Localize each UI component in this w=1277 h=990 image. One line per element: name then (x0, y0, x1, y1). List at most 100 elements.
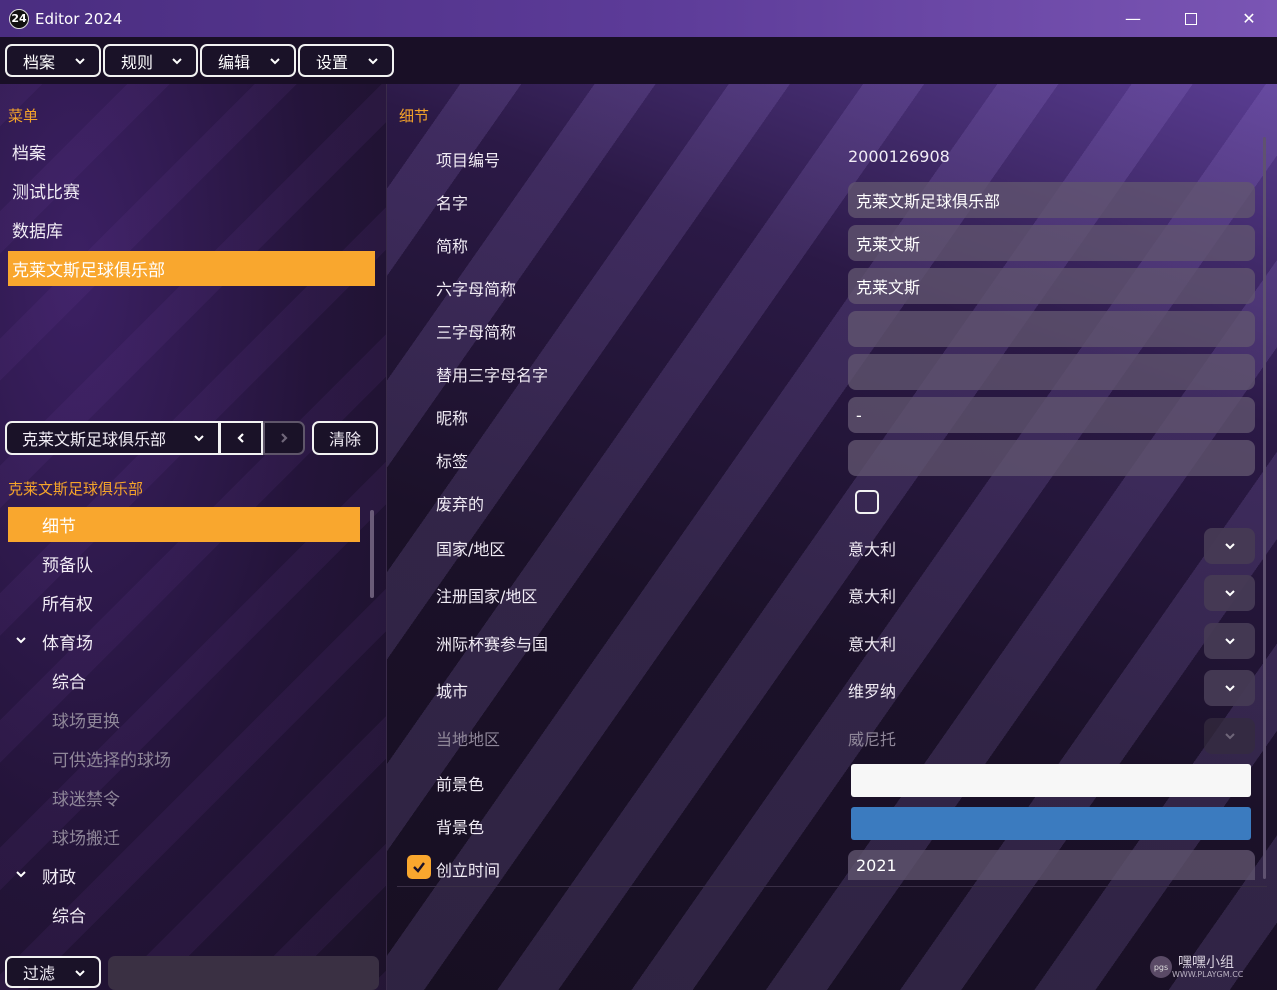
tree-item-label: 综合 (52, 673, 86, 693)
three-letter-name-label: 三字母简称 (436, 323, 517, 342)
three-letter-name-input[interactable] (848, 311, 1255, 347)
nickname-input[interactable]: - (848, 397, 1255, 433)
watermark: pgs 嘿嘿小组 WWW.PLAYGM.CC (1150, 950, 1270, 984)
previous-button[interactable] (219, 421, 263, 455)
app-logo-icon: 24 (9, 8, 29, 29)
country-label: 国家/地区 (436, 540, 506, 559)
tree-item-label: 球场搬迁 (52, 829, 120, 849)
tree-item-finance-general[interactable]: 综合 (52, 897, 86, 932)
founded-year-input[interactable]: 2021 (848, 850, 1255, 880)
tree-item-fan-ban[interactable]: 球迷禁令 (52, 780, 120, 815)
alt-three-letter-name-label: 替用三字母名字 (436, 366, 549, 385)
chevron-down-icon (1224, 733, 1235, 740)
chevron-down-icon (1224, 685, 1235, 692)
country-dropdown-button[interactable] (1204, 528, 1255, 564)
checkmark-icon (413, 862, 425, 873)
filter-dropdown[interactable]: 过滤 (5, 956, 101, 988)
chevron-down-icon (75, 58, 85, 65)
tree-item-label: 所有权 (42, 595, 93, 615)
tree-item-stadium[interactable]: 体育场 (42, 624, 93, 659)
alt-three-letter-name-input[interactable] (848, 354, 1255, 390)
name-input[interactable]: 克莱文斯足球俱乐部 (848, 182, 1255, 218)
city-dropdown-button[interactable] (1204, 670, 1255, 706)
chevron-down-icon (75, 970, 85, 977)
tag-label: 标签 (436, 452, 469, 471)
clear-button[interactable]: 清除 (312, 421, 378, 455)
menu-bar: 档案 规则 编辑 设置 (0, 37, 1277, 84)
registered-country-label: 注册国家/地区 (436, 587, 538, 606)
nickname-label: 昵称 (436, 409, 469, 428)
short-name-input[interactable]: 克莱文斯 (848, 225, 1255, 261)
watermark-url: WWW.PLAYGM.CC (1172, 969, 1244, 979)
nav-item-label: 档案 (12, 144, 46, 164)
close-button[interactable]: ✕ (1220, 0, 1277, 37)
tree-item-stadium-general[interactable]: 综合 (52, 663, 86, 698)
menu-edit-label: 编辑 (218, 52, 251, 72)
filter-input[interactable] (108, 956, 379, 990)
continental-nation-dropdown-button[interactable] (1204, 623, 1255, 659)
menu-settings-button[interactable]: 设置 (298, 44, 394, 77)
tree-scrollbar[interactable] (370, 510, 374, 598)
menu-heading: 菜单 (8, 107, 39, 125)
details-heading: 细节 (399, 107, 430, 125)
nav-item-file[interactable]: 档案 (8, 134, 375, 169)
id-label: 项目编号 (436, 151, 501, 170)
chevron-down-icon (270, 58, 280, 65)
nav-item-database[interactable]: 数据库 (8, 212, 375, 247)
city-value: 维罗纳 (848, 682, 897, 701)
chevron-down-icon (194, 435, 204, 442)
background-color-swatch[interactable] (851, 807, 1251, 840)
foreground-color-swatch[interactable] (851, 764, 1251, 797)
tree-item-label: 预备队 (42, 556, 93, 576)
club-heading: 克莱文斯足球俱乐部 (8, 480, 144, 498)
registered-country-dropdown-button[interactable] (1204, 575, 1255, 611)
chevron-down-icon (1224, 590, 1235, 597)
tree-item-label: 财政 (42, 868, 76, 888)
tag-input[interactable] (848, 440, 1255, 476)
menu-settings-label: 设置 (316, 52, 349, 72)
details-scrollbar[interactable] (1263, 137, 1266, 879)
registered-country-value: 意大利 (848, 587, 897, 606)
nav-item-club[interactable]: 克莱文斯足球俱乐部 (8, 251, 375, 286)
club-selector-dropdown[interactable]: 克莱文斯足球俱乐部 (5, 421, 220, 455)
tree-item-alt-stadium[interactable]: 可供选择的球场 (52, 741, 171, 776)
discarded-checkbox[interactable] (855, 490, 879, 514)
background-color-label: 背景色 (436, 818, 485, 837)
tree-item-label: 综合 (52, 907, 86, 927)
tree-item-finance[interactable]: 财政 (42, 858, 76, 893)
local-region-dropdown-button[interactable] (1204, 718, 1255, 754)
next-button[interactable] (263, 421, 305, 455)
local-region-value: 威尼托 (848, 730, 897, 749)
minimize-button[interactable]: — (1104, 0, 1162, 37)
chevron-down-icon (1224, 543, 1235, 550)
tree-item-ownership[interactable]: 所有权 (42, 585, 93, 620)
club-selector-value: 克莱文斯足球俱乐部 (22, 430, 167, 449)
short-name-label: 简称 (436, 237, 469, 256)
discarded-label: 废弃的 (436, 495, 485, 514)
menu-file-button[interactable]: 档案 (5, 44, 101, 77)
watermark-logo-icon: pgs (1150, 956, 1172, 978)
menu-rules-button[interactable]: 规则 (103, 44, 198, 77)
tree-item-details[interactable]: 细节 (8, 507, 360, 542)
tree-item-reserves[interactable]: 预备队 (42, 546, 93, 581)
six-letter-name-input[interactable]: 克莱文斯 (848, 268, 1255, 304)
foreground-color-label: 前景色 (436, 775, 485, 794)
chevron-down-icon[interactable] (14, 633, 28, 647)
tree-item-stadium-change[interactable]: 球场更换 (52, 702, 120, 737)
nav-item-label: 克莱文斯足球俱乐部 (12, 261, 165, 281)
menu-edit-button[interactable]: 编辑 (200, 44, 296, 77)
tree-item-label: 细节 (42, 517, 76, 537)
chevron-down-icon[interactable] (14, 867, 28, 881)
close-icon: ✕ (1242, 9, 1256, 28)
founded-checkbox[interactable] (407, 855, 431, 879)
nav-item-label: 测试比赛 (12, 183, 80, 203)
minimize-icon: — (1125, 9, 1141, 28)
watermark-text: 嘿嘿小组 (1178, 954, 1234, 971)
maximize-button[interactable] (1162, 0, 1220, 37)
title-bar: 24 Editor 2024 — ✕ (0, 0, 1277, 37)
nav-item-test-match[interactable]: 测试比赛 (8, 173, 375, 208)
tree-item-label: 球场更换 (52, 712, 120, 732)
tree-item-stadium-move[interactable]: 球场搬迁 (52, 819, 120, 854)
chevron-right-icon (281, 433, 288, 443)
city-label: 城市 (436, 682, 469, 701)
